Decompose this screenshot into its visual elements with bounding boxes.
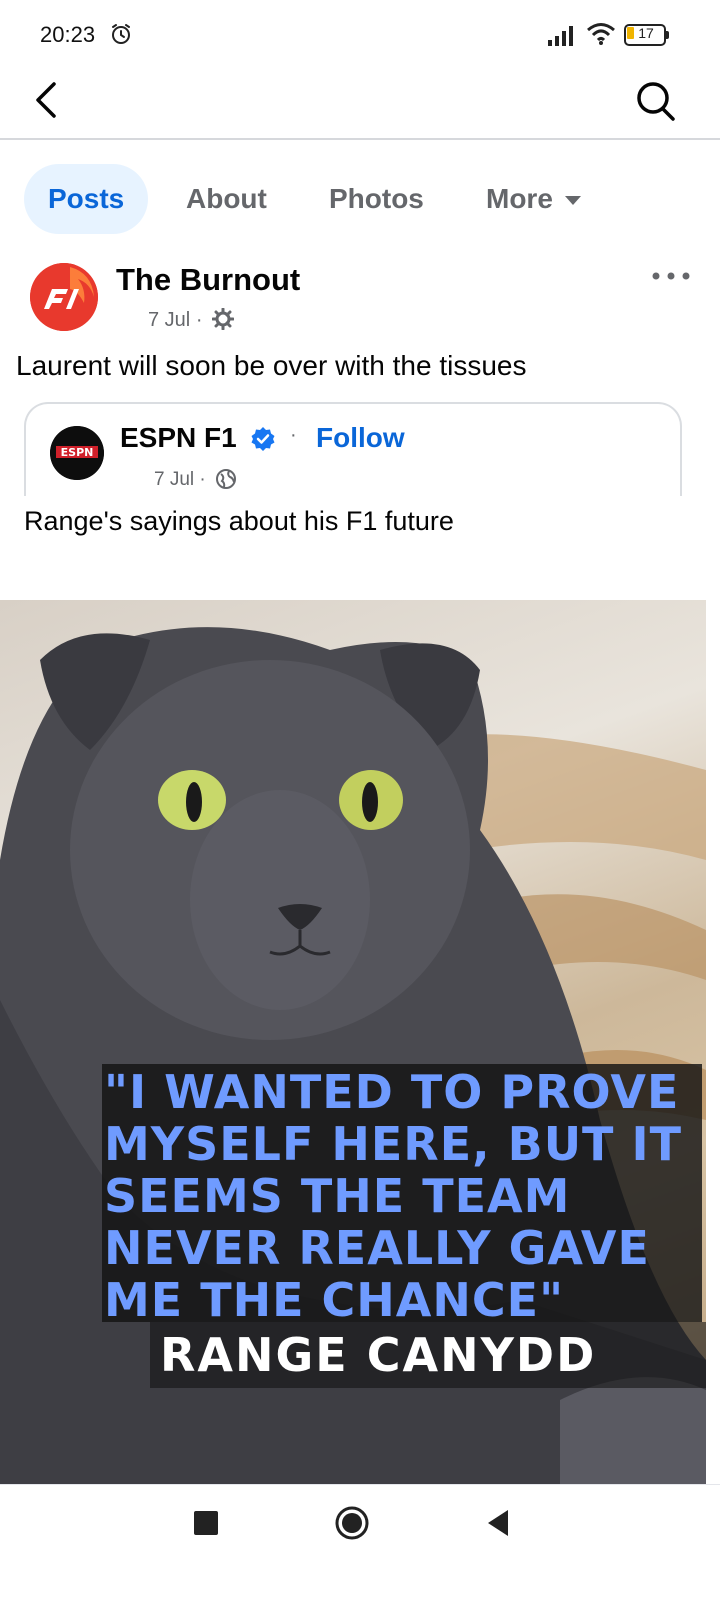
quote-line: MYSELF HERE, BUT IT <box>104 1117 682 1171</box>
alarm-clock-icon <box>112 24 130 44</box>
shared-post-text: Range's sayings about his F1 future <box>24 506 454 536</box>
shared-post-meta: 7 Jul · <box>154 468 237 491</box>
post-photo[interactable]: "I WANTED TO PROVE MYSELF HERE, BUT IT S… <box>0 600 706 1484</box>
espn-avatar[interactable]: ESPN <box>50 426 104 480</box>
signal-icon <box>548 26 573 46</box>
battery-indicator: 17 <box>624 24 670 46</box>
f1-flame-logo <box>30 263 98 331</box>
follow-button[interactable]: Follow <box>316 422 405 454</box>
shared-post-card[interactable]: ESPN ESPN F1 · Follow 7 Jul · <box>24 402 682 496</box>
post-meta: 7 Jul · <box>148 308 235 332</box>
tab-more-label: More <box>486 183 553 214</box>
caret-down-icon <box>564 196 581 206</box>
post-text: Laurent will soon be over with the tissu… <box>16 350 527 381</box>
follow-separator: · <box>290 424 297 446</box>
post-date[interactable]: 7 Jul <box>148 309 190 331</box>
search-icon[interactable] <box>636 78 676 122</box>
more-options-icon[interactable] <box>651 266 691 286</box>
tab-photos[interactable]: Photos <box>329 164 424 234</box>
quote-line: ME THE CHANCE" <box>104 1273 565 1327</box>
tab-about-label: About <box>186 183 267 214</box>
home-circle-icon[interactable] <box>334 1505 370 1541</box>
post-author-name[interactable]: The Burnout <box>116 262 300 298</box>
back-triangle-icon[interactable] <box>484 1507 512 1539</box>
quote-text: "I WANTED TO PROVE MYSELF HERE, BUT IT S… <box>104 1066 704 1326</box>
quote-author: RANGE CANYDD <box>160 1328 597 1382</box>
page-avatar[interactable] <box>30 263 98 331</box>
status-bar: 20:23 17 <box>0 0 720 70</box>
quote-line: "I WANTED TO PROVE <box>104 1065 680 1119</box>
shared-author-name[interactable]: ESPN F1 <box>120 422 237 454</box>
profile-tabs: Posts About Photos More <box>24 164 704 234</box>
shared-post-date[interactable]: 7 Jul <box>154 469 194 490</box>
verified-badge-icon <box>251 427 275 451</box>
app-bar <box>0 70 720 140</box>
tab-photos-label: Photos <box>329 183 424 214</box>
quote-line: NEVER REALLY GAVE <box>104 1221 650 1275</box>
quote-line: SEEMS THE TEAM <box>104 1169 571 1223</box>
recents-square-icon[interactable] <box>194 1511 218 1535</box>
tab-more[interactable]: More <box>486 164 581 234</box>
back-arrow-icon[interactable] <box>30 78 62 122</box>
status-time: 20:23 <box>40 22 96 47</box>
meta-separator: · <box>195 309 203 331</box>
tab-posts[interactable]: Posts <box>24 164 149 234</box>
tab-posts-label: Posts <box>48 183 125 214</box>
espn-logo: ESPN <box>50 426 104 480</box>
svg-text:ESPN: ESPN <box>61 446 94 459</box>
wifi-icon <box>587 23 615 45</box>
battery-level: 17 <box>638 25 654 41</box>
system-nav-bar <box>0 1484 720 1600</box>
tab-about[interactable]: About <box>186 164 267 234</box>
globe-icon <box>216 469 237 489</box>
shared-meta-separator: · <box>199 469 206 490</box>
gear-icon <box>212 308 235 330</box>
